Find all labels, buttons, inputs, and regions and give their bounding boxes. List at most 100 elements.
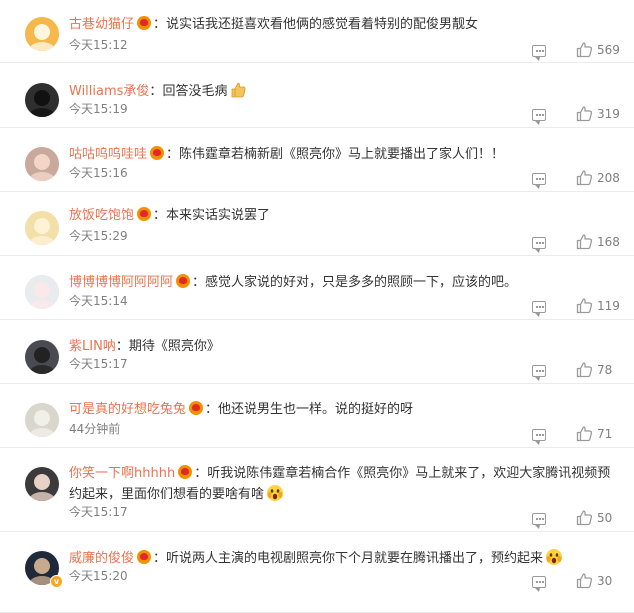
comment-line: 你笑一下啊hhhhh ：听我说陈伟霆章若楠合作《照亮你》马上就来了，欢迎大家腾讯视… — [69, 464, 614, 505]
username-link[interactable]: 紫LIN呐 — [69, 339, 116, 354]
colon-separator: ： — [153, 551, 167, 566]
fan-medal-icon — [178, 465, 193, 479]
like-count: 168 — [597, 235, 620, 249]
like-count: 30 — [597, 574, 613, 588]
fan-medal-icon — [150, 146, 165, 160]
comment-line: 可是真的好想吃兔兔 ：他还说男生也一样。说的挺好的呀 — [69, 400, 614, 420]
scream-face-emoji-icon — [546, 549, 563, 565]
colon-separator: ： — [205, 402, 219, 417]
like-count: 208 — [597, 171, 620, 185]
comment-list: 古巷幼猫仔 ：说实话我还挺喜欢看他俩的感觉看着特别的配俊男靓女 今天15:12 569… — [0, 0, 634, 613]
colon-separator: ： — [153, 17, 167, 32]
colon-separator: ： — [192, 275, 206, 290]
colon-separator: ： — [166, 147, 180, 162]
like-count: 71 — [597, 427, 613, 441]
comment-line: 博博博博阿阿阿阿 ：感觉人家说的好对，只是多多的照顾一下，应该的吧。 — [69, 273, 614, 293]
like-count: 50 — [597, 511, 613, 525]
fan-medal-icon — [137, 207, 152, 221]
avatar[interactable] — [25, 275, 59, 309]
comment-line: Williams承俊：回答没毛病 — [69, 81, 614, 102]
comment-item: 博博博博阿阿阿阿 ：感觉人家说的好对，只是多多的照顾一下，应该的吧。今天15:14… — [0, 256, 634, 320]
comment-line: 威廉的俊俊 ：听说两人主演的电视剧照亮你下个月就要在腾讯播出了，预约起来 — [69, 548, 614, 569]
username-link[interactable]: 博博博博阿阿阿阿 — [69, 275, 173, 290]
comment-line: 紫LIN呐：期待《照亮你》 — [69, 337, 614, 357]
comment-item: Williams承俊：回答没毛病 今天15:19 319 — [0, 63, 634, 128]
colon-separator: ： — [153, 208, 167, 223]
like-icon[interactable] — [576, 170, 593, 186]
colon-separator: ： — [194, 466, 208, 481]
comment-item: 放饭吃饱饱 ：本来实话实说罢了今天15:29 168 — [0, 192, 634, 256]
avatar[interactable] — [25, 211, 59, 245]
scream-face-emoji-icon — [267, 485, 284, 501]
avatar[interactable] — [25, 147, 59, 181]
comment-text: 感觉人家说的好对，只是多多的照顾一下，应该的吧。 — [205, 275, 518, 290]
avatar[interactable] — [25, 403, 59, 437]
comment-text: 他还说男生也一样。说的挺好的呀 — [218, 402, 414, 417]
comment-timestamp: 今天15:14 — [69, 294, 128, 308]
reply-icon[interactable] — [532, 109, 546, 125]
reply-icon[interactable] — [532, 365, 546, 381]
fan-medal-icon — [176, 274, 191, 288]
comment-item: 可是真的好想吃兔兔 ：他还说男生也一样。说的挺好的呀 44分钟前 71 — [0, 384, 634, 448]
username-link[interactable]: 可是真的好想吃兔兔 — [69, 402, 186, 417]
comment-line: 古巷幼猫仔 ：说实话我还挺喜欢看他俩的感觉看着特别的配俊男靓女 — [69, 15, 614, 35]
like-icon[interactable] — [576, 510, 593, 526]
comment-timestamp: 今天15:29 — [69, 229, 128, 243]
like-icon[interactable] — [576, 426, 593, 442]
comment-text: 期待《照亮你》 — [128, 339, 220, 354]
like-icon[interactable] — [576, 573, 593, 589]
reply-icon[interactable] — [532, 429, 546, 445]
like-count: 319 — [597, 107, 620, 121]
comment-item: v 威廉的俊俊 ：听说两人主演的电视剧照亮你下个月就要在腾讯播出了，预约起来今天15… — [0, 532, 634, 613]
like-icon[interactable] — [576, 42, 593, 58]
comment-timestamp: 今天15:20 — [69, 569, 128, 583]
username-link[interactable]: 放饭吃饱饱 — [69, 208, 134, 223]
comment-timestamp: 今天15:19 — [69, 102, 128, 116]
verified-badge-icon: v — [50, 575, 63, 588]
username-link[interactable]: 你笑一下啊hhhhh — [69, 466, 175, 481]
comment-text: 本来实话实说罢了 — [166, 208, 271, 223]
comment-item: 紫LIN呐：期待《照亮你》 今天15:17 78 — [0, 320, 634, 384]
comment-timestamp: 今天15:16 — [69, 166, 128, 180]
comment-text: 回答没毛病 — [162, 84, 228, 99]
comment-timestamp: 44分钟前 — [69, 422, 121, 436]
like-count: 569 — [597, 43, 620, 57]
comment-item: 你笑一下啊hhhhh ：听我说陈伟霆章若楠合作《照亮你》马上就来了，欢迎大家腾讯视… — [0, 448, 634, 532]
avatar[interactable] — [25, 340, 59, 374]
fan-medal-icon — [189, 401, 204, 415]
like-icon[interactable] — [576, 298, 593, 314]
comment-item: 古巷幼猫仔 ：说实话我还挺喜欢看他俩的感觉看着特别的配俊男靓女今天15:12 569 — [0, 0, 634, 63]
reply-icon[interactable] — [532, 45, 546, 61]
comment-text: 陈伟霆章若楠新剧《照亮你》马上就要播出了家人们！！ — [179, 147, 505, 162]
like-icon[interactable] — [576, 234, 593, 250]
comment-timestamp: 今天15:12 — [69, 38, 128, 52]
username-link[interactable]: 古巷幼猫仔 — [69, 17, 134, 32]
reply-icon[interactable] — [532, 576, 546, 592]
comment-timestamp: 今天15:17 — [69, 357, 128, 371]
username-link[interactable]: 威廉的俊俊 — [69, 551, 134, 566]
reply-icon[interactable] — [532, 237, 546, 253]
avatar[interactable] — [25, 467, 59, 501]
thumbs-up-emoji-icon — [232, 82, 246, 98]
comment-timestamp: 今天15:17 — [69, 505, 128, 519]
reply-icon[interactable] — [532, 513, 546, 529]
colon-separator: ： — [149, 84, 163, 99]
comment-item: 咕咕呜呜哇哇 ：陈伟霆章若楠新剧《照亮你》马上就要播出了家人们！！ 今天15:16 2… — [0, 128, 634, 192]
reply-icon[interactable] — [532, 301, 546, 317]
comment-text: 说实话我还挺喜欢看他俩的感觉看着特别的配俊男靓女 — [166, 17, 479, 32]
avatar[interactable] — [25, 17, 59, 51]
like-count: 119 — [597, 299, 620, 313]
comment-line: 放饭吃饱饱 ：本来实话实说罢了 — [69, 206, 614, 226]
reply-icon[interactable] — [532, 173, 546, 189]
like-count: 78 — [597, 363, 613, 377]
like-icon[interactable] — [576, 362, 593, 378]
avatar[interactable] — [25, 83, 59, 117]
comment-text: 听说两人主演的电视剧照亮你下个月就要在腾讯播出了，预约起来 — [166, 551, 544, 566]
comment-line: 咕咕呜呜哇哇 ：陈伟霆章若楠新剧《照亮你》马上就要播出了家人们！！ — [69, 145, 614, 165]
username-link[interactable]: 咕咕呜呜哇哇 — [69, 147, 147, 162]
username-link[interactable]: Williams承俊 — [69, 84, 149, 99]
fan-medal-icon — [137, 16, 152, 30]
colon-separator: ： — [115, 339, 129, 354]
fan-medal-icon — [137, 550, 152, 564]
like-icon[interactable] — [576, 106, 593, 122]
